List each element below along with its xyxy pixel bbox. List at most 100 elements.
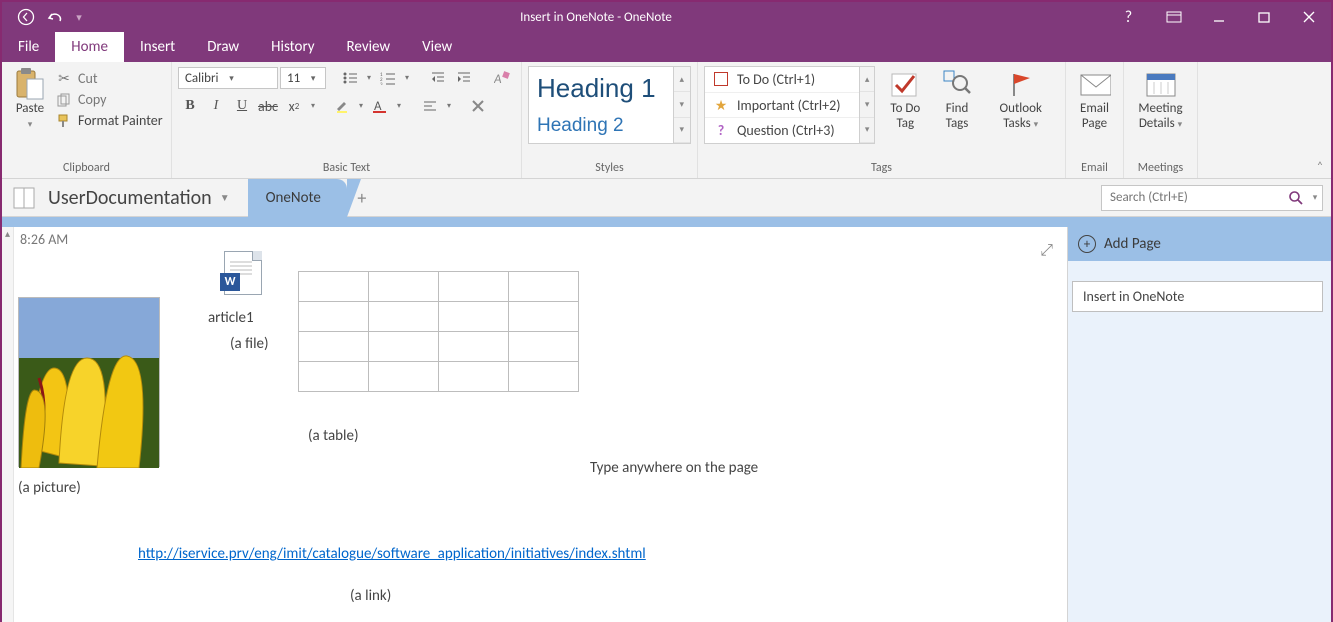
styles-scroller[interactable]: ▴ ▾ ▾	[674, 66, 691, 144]
tags-gallery[interactable]: To Do (Ctrl+1) ★ Important (Ctrl+2) ? Qu…	[704, 66, 860, 144]
delete-button[interactable]	[466, 95, 490, 117]
chevron-down-icon[interactable]: ▾	[356, 101, 366, 111]
subscript-button[interactable]: x2	[282, 95, 306, 117]
outdent-button[interactable]	[426, 67, 450, 89]
tag-important[interactable]: ★ Important (Ctrl+2)	[705, 93, 859, 119]
inserted-table[interactable]	[298, 271, 579, 392]
highlight-button[interactable]	[330, 95, 354, 117]
paste-button[interactable]: Paste▾	[8, 66, 52, 134]
format-painter-button[interactable]: Format Painter	[56, 112, 163, 129]
tab-review[interactable]: Review	[331, 32, 407, 62]
chevron-down-icon[interactable]: ▾	[1308, 192, 1322, 203]
font-color-button[interactable]: A	[368, 95, 392, 117]
indent-button[interactable]	[452, 67, 476, 89]
bullets-button[interactable]	[338, 67, 362, 89]
bold-button[interactable]: B	[178, 95, 202, 117]
envelope-icon	[1079, 68, 1111, 100]
notebook-icon[interactable]	[8, 184, 42, 212]
checkmark-icon	[889, 68, 921, 100]
help-icon[interactable]: ?	[1106, 2, 1151, 32]
tab-draw[interactable]: Draw	[191, 32, 255, 62]
chevron-down-icon[interactable]: ▾	[860, 92, 874, 117]
note-gutter[interactable]: ▴	[2, 227, 14, 622]
minimize-icon[interactable]	[1196, 2, 1241, 32]
table-caption: (a table)	[308, 427, 359, 445]
file-name[interactable]: article1	[208, 309, 254, 327]
style-heading1[interactable]: Heading 1	[537, 73, 665, 104]
flag-icon	[1005, 68, 1037, 100]
title-bar: ▾ Insert in OneNote - OneNote ?	[2, 2, 1331, 32]
notebook-name[interactable]: UserDocumentation	[48, 186, 212, 210]
numbering-button[interactable]: 123	[376, 67, 400, 89]
chevron-down-icon[interactable]: ▾	[308, 101, 318, 111]
close-icon[interactable]	[1286, 2, 1331, 32]
chevron-up-icon[interactable]: ▴	[2, 227, 13, 240]
checkbox-icon	[713, 71, 729, 87]
tab-view[interactable]: View	[406, 32, 468, 62]
page-canvas[interactable]: 8:26 AM (a picture) W article1 (a file)	[14, 227, 1067, 622]
chevron-down-icon[interactable]: ▾	[444, 101, 454, 111]
tag-todo[interactable]: To Do (Ctrl+1)	[705, 67, 859, 93]
styles-gallery[interactable]: Heading 1 Heading 2	[528, 66, 674, 144]
cut-button[interactable]: ✂ Cut	[56, 70, 163, 87]
tab-home[interactable]: Home	[55, 32, 124, 62]
group-meetings-label: Meetings	[1124, 158, 1197, 178]
add-page-button[interactable]: + Add Page	[1068, 227, 1331, 261]
find-tags-button[interactable]: Find Tags	[932, 66, 983, 134]
style-heading2[interactable]: Heading 2	[537, 115, 665, 137]
group-clipboard-label: Clipboard	[2, 158, 171, 178]
section-tab-onenote[interactable]: OneNote	[248, 179, 347, 217]
tab-history[interactable]: History	[255, 32, 330, 62]
star-icon: ★	[713, 97, 729, 113]
picture-caption: (a picture)	[18, 479, 81, 497]
chevron-down-icon[interactable]: ▾	[394, 101, 404, 111]
question-icon: ?	[713, 123, 729, 139]
group-basictext-label: Basic Text	[172, 158, 521, 178]
qat-customize-icon[interactable]: ▾	[72, 11, 86, 24]
type-anywhere-hint: Type anywhere on the page	[590, 457, 770, 480]
italic-button[interactable]: I	[204, 95, 228, 117]
email-page-button[interactable]: Email Page	[1072, 66, 1117, 134]
more-icon[interactable]: ▾	[674, 118, 690, 143]
more-icon[interactable]: ▾	[860, 118, 874, 143]
align-button[interactable]	[418, 95, 442, 117]
maximize-icon[interactable]	[1241, 2, 1286, 32]
collapse-ribbon-icon[interactable]: ˄	[1309, 62, 1331, 178]
chevron-down-icon[interactable]: ▾	[364, 73, 374, 83]
tags-scroller[interactable]: ▴ ▾ ▾	[860, 66, 875, 144]
chevron-down-icon[interactable]: ▾	[402, 73, 412, 83]
word-file-icon[interactable]: W	[224, 251, 262, 295]
copy-icon	[56, 92, 72, 108]
todo-tag-button[interactable]: To Do Tag	[879, 66, 932, 134]
inserted-link[interactable]: http://iservice.prv/eng/imit/catalogue/s…	[138, 545, 646, 563]
undo-icon[interactable]	[42, 4, 70, 30]
cut-icon: ✂	[56, 71, 72, 87]
back-icon[interactable]	[12, 4, 40, 30]
underline-button[interactable]: U	[230, 95, 254, 117]
outlook-tasks-button[interactable]: Outlook Tasks ▾	[982, 66, 1059, 134]
strikethrough-button[interactable]: abc	[256, 95, 280, 117]
magnifier-icon	[941, 68, 973, 100]
font-size-combo[interactable]: 11 ▾	[280, 67, 326, 89]
page-pane: + Add Page Insert in OneNote	[1067, 227, 1331, 622]
page-list-item[interactable]: Insert in OneNote	[1072, 281, 1323, 312]
plus-icon: +	[1078, 235, 1096, 253]
tab-insert[interactable]: Insert	[124, 32, 191, 62]
chevron-up-icon[interactable]: ▴	[674, 67, 690, 92]
search-input[interactable]	[1102, 190, 1284, 205]
font-combo[interactable]: Calibri ▾	[178, 67, 278, 89]
search-icon[interactable]	[1284, 190, 1308, 206]
ribbon: Paste▾ ✂ Cut Copy Format Painte	[2, 62, 1331, 179]
expand-icon[interactable]: ⤢	[1040, 241, 1053, 260]
chevron-up-icon[interactable]: ▴	[860, 67, 874, 92]
chevron-down-icon[interactable]: ▾	[674, 92, 690, 117]
tag-question[interactable]: ? Question (Ctrl+3)	[705, 118, 859, 143]
tab-file[interactable]: File	[2, 32, 55, 62]
ribbon-options-icon[interactable]	[1151, 2, 1196, 32]
copy-button[interactable]: Copy	[56, 91, 163, 108]
chevron-down-icon[interactable]: ▼	[220, 191, 230, 204]
inserted-picture[interactable]	[18, 297, 160, 467]
search-box[interactable]: ▾	[1101, 185, 1323, 211]
meeting-details-button[interactable]: Meeting Details ▾	[1130, 66, 1191, 134]
clear-formatting-button[interactable]: A	[490, 67, 514, 89]
